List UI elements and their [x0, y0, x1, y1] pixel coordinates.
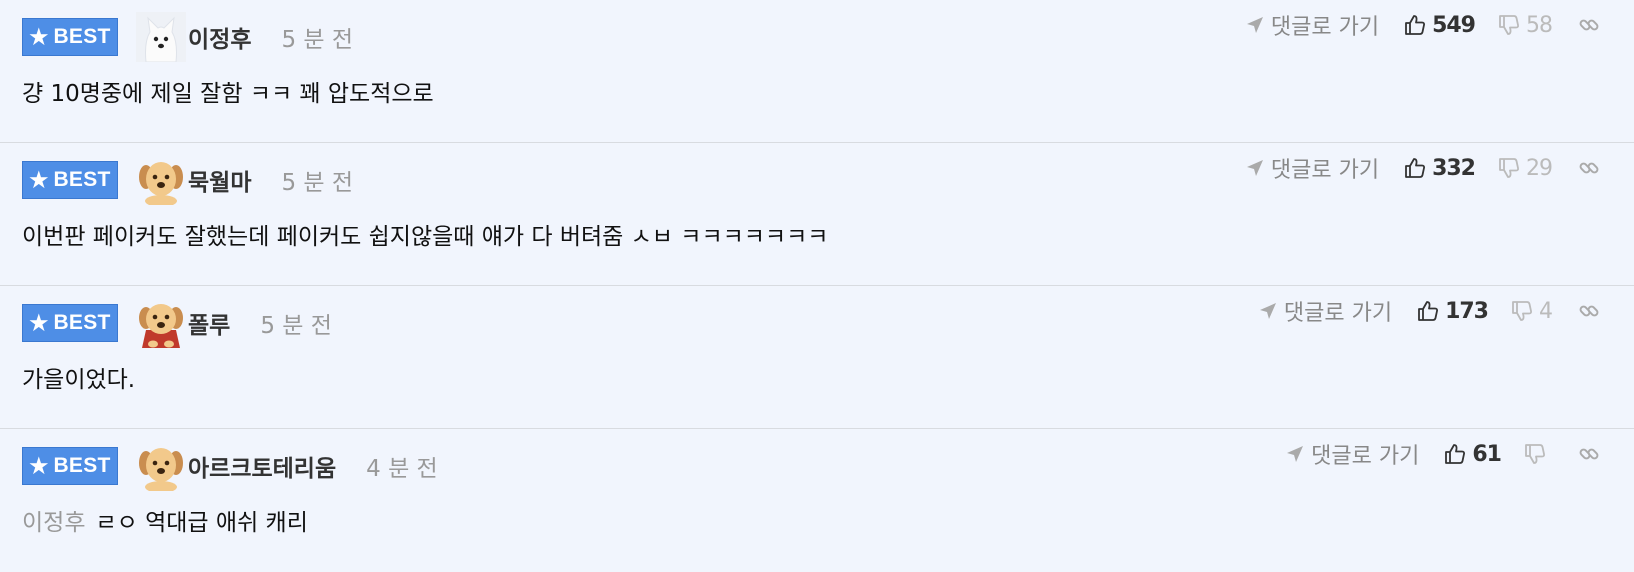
puppy-avatar[interactable] — [136, 441, 186, 491]
white-dog-avatar[interactable] — [136, 12, 186, 62]
comment-header: ★ BEST 묵월마 5 분 전 — [22, 155, 353, 205]
comment-time: 5 분 전 — [281, 27, 354, 53]
puppy-avatar[interactable] — [136, 155, 186, 205]
comment-author[interactable]: 묵월마 — [188, 163, 251, 197]
comment-actions: 댓글로 가기 332 29 — [1245, 151, 1600, 185]
comment-item: ★ BEST 폴루 5 분 전 가을이었다. 댓글로 가기 173 4 — [0, 286, 1634, 429]
best-badge: ★ BEST — [22, 304, 118, 342]
thumbs-down-icon — [1512, 301, 1532, 321]
thumbs-up-icon — [1418, 301, 1439, 321]
thumbs-down-icon — [1499, 158, 1519, 178]
like-count: 61 — [1472, 441, 1502, 467]
star-icon: ★ — [29, 311, 49, 335]
like-count: 332 — [1432, 155, 1476, 181]
navigate-arrow-icon — [1246, 17, 1263, 33]
comment-text: 가을이었다. — [22, 360, 135, 394]
thumbs-up-icon — [1405, 158, 1426, 178]
comment-item: ★ BEST 이정후 5 분 전 걍 10명중에 제일 잘함 ㅋㅋ 꽤 압도적으… — [0, 0, 1634, 143]
link-icon[interactable] — [1578, 14, 1600, 36]
comment-header: ★ BEST 이정후 5 분 전 — [22, 12, 353, 62]
thumbs-up-icon — [1445, 444, 1466, 464]
comment-text: 이정후 ㄹㅇ 역대급 애쉬 캐리 — [22, 503, 308, 537]
thumbs-down-icon — [1499, 15, 1519, 35]
best-badge: ★ BEST — [22, 18, 118, 56]
like-count: 549 — [1432, 12, 1476, 38]
link-icon[interactable] — [1578, 443, 1600, 465]
comment-author[interactable]: 폴루 — [188, 306, 230, 340]
goto-comment-button[interactable]: 댓글로 가기 — [1245, 9, 1379, 41]
comment-time: 4 분 전 — [366, 456, 438, 482]
goto-comment-label: 댓글로 가기 — [1270, 15, 1380, 40]
dislike-button[interactable]: 29 — [1497, 155, 1553, 181]
best-badge-label: BEST — [53, 168, 111, 191]
best-badge-label: BEST — [53, 454, 111, 477]
comment-text-content: 가을이었다. — [22, 367, 136, 393]
best-badge: ★ BEST — [22, 447, 118, 485]
star-icon: ★ — [29, 25, 49, 49]
comment-list: ★ BEST 이정후 5 분 전 걍 10명중에 제일 잘함 ㅋㅋ 꽤 압도적으… — [0, 0, 1634, 568]
thumbs-down-icon — [1525, 444, 1545, 464]
comment-text-content: ㄹㅇ 역대급 애쉬 캐리 — [95, 510, 308, 536]
best-badge-label: BEST — [53, 25, 111, 48]
dislike-button[interactable]: 58 — [1497, 12, 1553, 38]
comment-header: ★ BEST 폴루 5 분 전 — [22, 298, 332, 348]
comment-text: 걍 10명중에 제일 잘함 ㅋㅋ 꽤 압도적으로 — [22, 74, 434, 108]
link-icon[interactable] — [1578, 157, 1600, 179]
comment-author[interactable]: 아르크토테리움 — [188, 449, 336, 483]
comment-item: ★ BEST 아르크토테리움 4 분 전 이정후 ㄹㅇ 역대급 애쉬 캐리 댓글… — [0, 429, 1634, 572]
star-icon: ★ — [29, 168, 49, 192]
navigate-arrow-icon — [1287, 446, 1304, 462]
goto-comment-label: 댓글로 가기 — [1270, 158, 1380, 183]
goto-comment-button[interactable]: 댓글로 가기 — [1245, 152, 1379, 184]
comment-actions: 댓글로 가기 549 58 — [1245, 8, 1600, 42]
like-button[interactable]: 332 — [1403, 155, 1476, 181]
dislike-button[interactable]: 4 — [1510, 298, 1553, 324]
navigate-arrow-icon — [1246, 160, 1263, 176]
comment-header: ★ BEST 아르크토테리움 4 분 전 — [22, 441, 438, 491]
comment-time: 5 분 전 — [281, 170, 354, 196]
star-icon: ★ — [29, 454, 49, 478]
comment-item: ★ BEST 묵월마 5 분 전 이번판 페이커도 잘했는데 페이커도 쉽지않을… — [0, 143, 1634, 286]
goto-comment-label: 댓글로 가기 — [1283, 301, 1393, 326]
dislike-count: 4 — [1539, 298, 1553, 324]
like-button[interactable]: 549 — [1403, 12, 1476, 38]
goto-comment-button[interactable]: 댓글로 가기 — [1285, 438, 1419, 470]
reply-mention[interactable]: 이정후 — [22, 510, 85, 536]
navigate-arrow-icon — [1259, 303, 1276, 319]
like-button[interactable]: 173 — [1416, 298, 1489, 324]
comment-author[interactable]: 이정후 — [188, 20, 251, 54]
dislike-button[interactable] — [1523, 442, 1552, 466]
link-icon[interactable] — [1578, 300, 1600, 322]
comment-actions: 댓글로 가기 173 4 — [1258, 294, 1600, 328]
comment-actions: 댓글로 가기 61 — [1285, 437, 1600, 471]
puppy-cape-avatar[interactable] — [136, 298, 186, 348]
comment-text: 이번판 페이커도 잘했는데 페이커도 쉽지않을때 얘가 다 버텨줌 ㅅㅂ ㅋㅋㅋ… — [22, 217, 828, 251]
like-count: 173 — [1445, 298, 1489, 324]
goto-comment-button[interactable]: 댓글로 가기 — [1258, 295, 1392, 327]
comment-text-content: 걍 10명중에 제일 잘함 ㅋㅋ 꽤 압도적으로 — [22, 81, 434, 107]
comment-time: 5 분 전 — [260, 313, 332, 339]
thumbs-up-icon — [1405, 15, 1426, 35]
best-badge-label: BEST — [53, 311, 111, 334]
goto-comment-label: 댓글로 가기 — [1311, 444, 1420, 469]
dislike-count: 29 — [1526, 155, 1553, 181]
comment-text-content: 이번판 페이커도 잘했는데 페이커도 쉽지않을때 얘가 다 버텨줌 ㅅㅂ ㅋㅋㅋ… — [22, 224, 829, 250]
best-badge: ★ BEST — [22, 161, 118, 199]
like-button[interactable]: 61 — [1443, 441, 1502, 467]
dislike-count: 58 — [1526, 12, 1553, 38]
